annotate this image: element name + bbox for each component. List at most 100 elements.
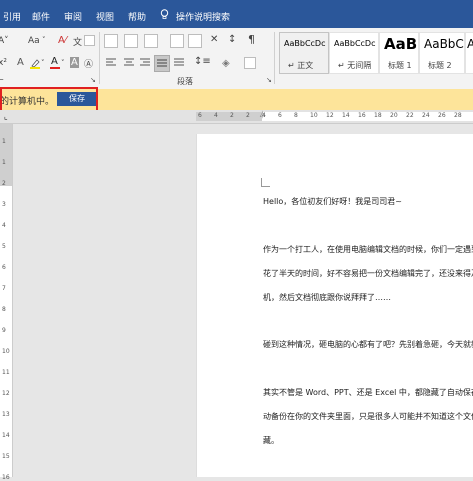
chevron-down-icon[interactable]: ˅ [41,59,45,67]
align-center-icon[interactable] [124,58,134,68]
clear-format-icon[interactable]: A⁄ [58,35,67,46]
ruler-number: 2 [246,112,250,119]
doc-paragraph[interactable]: Hello，各位初友们好呀！我是司司君~ [263,196,402,207]
divider [99,32,100,84]
divider [274,32,275,84]
lightbulb-icon[interactable] [160,9,169,19]
menu-mailings[interactable]: 邮件 [32,10,50,23]
multilevel-list-icon[interactable] [144,34,158,48]
ruler-number: 16 [2,474,10,481]
align-right-icon[interactable] [140,58,150,68]
superscript-icon[interactable]: x² [0,58,7,68]
ruler-number: 3 [2,201,6,208]
ruler-number: 14 [342,112,350,119]
show-marks-icon[interactable]: ¶ [248,33,255,46]
sort-icon[interactable]: ↕ [228,34,236,45]
ruler-number: 10 [310,112,318,119]
dialog-launcher-icon[interactable]: ↘ [266,76,272,84]
ruler-number: 12 [2,390,10,397]
ruler-number: 12 [326,112,334,119]
doc-paragraph[interactable]: 碰到这种情况，砸电脑的心都有了吧？先别着急砸，今天就教大 [263,339,473,350]
menu-view[interactable]: 视图 [96,10,114,23]
ruler-number: 15 [2,453,10,460]
chinese-layout-icon[interactable]: ✕ [210,34,218,45]
menu-review[interactable]: 审阅 [64,10,82,23]
phonetic-guide-icon[interactable]: 文 [73,35,82,48]
document-page[interactable]: Hello，各位初友们好呀！我是司司君~ 作为一个打工人，在使用电脑编辑文档的时… [196,134,473,477]
font-group-launcher[interactable]: ⌐ [0,76,4,84]
align-left-icon[interactable] [106,58,116,68]
ruler-number: 16 [358,112,366,119]
doc-paragraph[interactable]: 花了半天的时间，好不容易把一份文档编辑完了，还没来得及 [263,268,473,279]
ruler-number: 2 [2,180,6,187]
ruler-number: 20 [390,112,398,119]
ruler-number: 28 [454,112,462,119]
margin-corner-mark [261,178,270,187]
ruler-number: 24 [422,112,430,119]
enclose-char-icon[interactable]: Ⓐ [84,57,93,70]
chevron-down-icon[interactable]: ˅ [61,59,65,67]
ruler-number: 2 [230,112,234,119]
ruler-number: 4 [2,222,6,229]
tab-selector-icon[interactable]: ⌞ [4,112,8,121]
ruler-number: 11 [2,369,10,376]
style-heading-1[interactable]: AaBl 标题 1 [379,32,419,74]
ruler-margin [0,124,12,186]
char-border-icon[interactable] [84,35,95,46]
style-more[interactable]: A [465,32,473,74]
menu-references[interactable]: 引用 [3,10,21,23]
ruler-number: 1 [2,138,6,145]
bullets-icon[interactable] [104,34,118,48]
doc-paragraph[interactable]: 动备份在你的文件夹里面，只是很多人可能并不知道这个文件 [263,411,473,422]
ruler-margin [196,112,262,121]
ruler-number: 26 [438,112,446,119]
ruler-number: 5 [2,243,6,250]
menu-bar: 引用 邮件 审阅 视图 帮助 操作说明搜索 [0,6,473,28]
tell-me-search[interactable]: 操作说明搜索 [176,10,230,23]
distribute-icon[interactable] [174,58,184,68]
text-effects-icon[interactable]: A [17,57,24,68]
ruler-number: 8 [2,306,6,313]
highlighter-icon[interactable] [30,58,40,69]
ruler-number: 6 [198,112,202,119]
decrease-indent-icon[interactable] [170,34,184,48]
doc-paragraph[interactable]: 作为一个打工人，在使用电脑编辑文档的时候，你们一定遇到 [263,244,473,255]
line-spacing-icon[interactable]: ↕≡ [194,56,211,67]
doc-paragraph[interactable]: 机，然后文档彻底跟你说拜拜了…… [263,292,391,303]
ruler-number: 10 [2,348,10,355]
ruler-number: 22 [406,112,414,119]
ruler-number: 18 [374,112,382,119]
paragraph-group-label: 段落 [177,77,193,86]
style-no-spacing[interactable]: AaBbCcDc ↵ 无间隔 [329,32,379,74]
vertical-ruler[interactable]: 1 1 2 3 4 5 6 7 8 9 10 11 12 13 14 15 16 [0,124,13,481]
ruler-number: 6 [2,264,6,271]
borders-icon[interactable] [244,57,256,69]
ruler-number: 4 [214,112,218,119]
shading-icon[interactable]: ◈ [222,58,230,69]
ruler-number: 6 [278,112,282,119]
font-size-increase[interactable]: A˅ [0,36,9,46]
ribbon: A˅ Aa ˅ A⁄ 文 x² A ˅ A ˅ A Ⓐ ⌐ ↘ ✕ ↕ ¶ ↕≡… [0,28,473,90]
justify-icon[interactable] [154,55,170,72]
dialog-launcher-icon[interactable]: ↘ [90,76,96,84]
font-color-icon[interactable]: A [50,56,60,69]
ruler-number: 7 [2,285,6,292]
ruler-number: 8 [294,112,298,119]
numbering-icon[interactable] [124,34,138,48]
change-case-button[interactable]: Aa [28,36,40,46]
ruler-number: 9 [2,327,6,334]
horizontal-ruler[interactable]: ⌞ ⏃ 6 4 2 2 4 6 8 10 12 14 16 18 20 22 24 26 28 [0,110,473,124]
style-normal[interactable]: AaBbCcDc ↵ 正文 [279,32,329,74]
chevron-down-icon[interactable]: ˅ [42,36,46,44]
ruler-number: 4 [262,112,266,119]
doc-paragraph[interactable]: 其实不管是 Word、PPT、还是 Excel 中，都隐藏了自动保存 [263,387,473,398]
increase-indent-icon[interactable] [188,34,202,48]
char-shading-icon[interactable]: A [70,57,79,68]
ruler-number: 1 [2,159,6,166]
style-heading-2[interactable]: AaBbC 标题 2 [419,32,465,74]
ruler-number: 14 [2,432,10,439]
doc-paragraph[interactable]: 藏。 [263,435,279,446]
ruler-number: 13 [2,411,10,418]
highlight-box [0,87,98,112]
menu-help[interactable]: 帮助 [128,10,146,23]
